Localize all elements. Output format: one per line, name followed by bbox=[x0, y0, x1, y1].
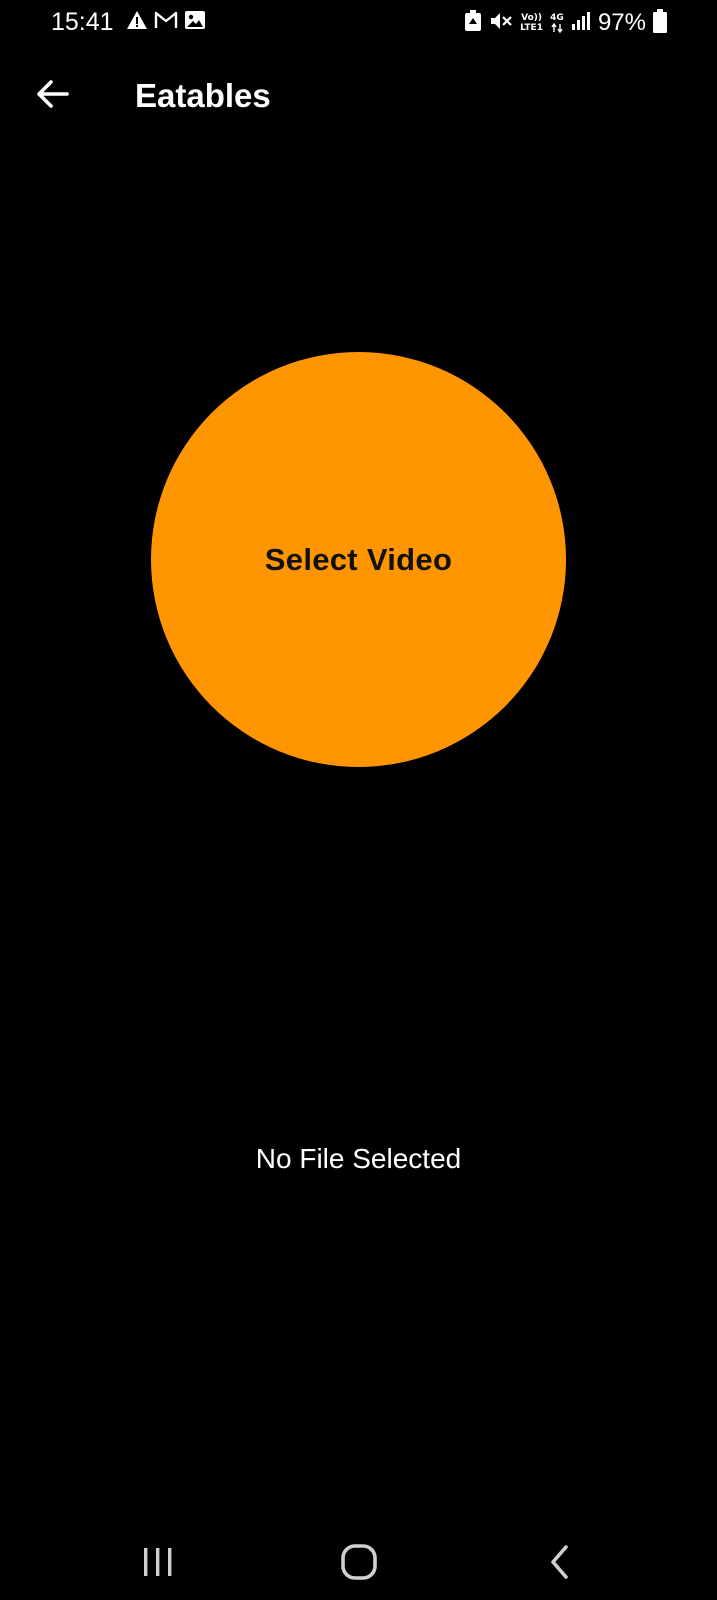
battery-icon bbox=[653, 8, 667, 38]
file-status-text: No File Selected bbox=[255, 1143, 462, 1174]
nav-back-button[interactable] bbox=[530, 1534, 590, 1594]
mute-icon bbox=[489, 10, 513, 37]
gallery-icon bbox=[184, 10, 206, 35]
app-bar: Eatables bbox=[0, 60, 717, 132]
arrow-left-icon bbox=[35, 79, 69, 114]
signal-icon bbox=[571, 11, 591, 36]
select-video-label: Select Video bbox=[264, 541, 453, 577]
select-video-button[interactable]: Select Video bbox=[151, 352, 566, 767]
recents-icon bbox=[141, 1546, 175, 1583]
status-time: 15:41 bbox=[51, 8, 114, 36]
recents-button[interactable] bbox=[128, 1534, 188, 1594]
data-4g-icon: 4G bbox=[550, 13, 564, 33]
network-type-label: 4G bbox=[550, 13, 564, 23]
volte-bottom-label: LTE1 bbox=[520, 23, 543, 33]
back-button[interactable] bbox=[28, 74, 76, 118]
back-icon bbox=[548, 1544, 572, 1585]
home-button[interactable] bbox=[329, 1534, 389, 1594]
system-nav-bar bbox=[0, 1520, 717, 1600]
battery-percentage: 97% bbox=[597, 9, 646, 36]
page-title: Eatables bbox=[135, 77, 271, 114]
alert-icon bbox=[126, 10, 148, 35]
gmail-icon bbox=[154, 10, 178, 35]
volte-top-label: Vo)) bbox=[521, 13, 542, 23]
status-bar: 15:41 Vo)) LTE1 4G 97% bbox=[0, 0, 717, 44]
volte-icon: Vo)) LTE1 bbox=[520, 13, 543, 33]
battery-saver-icon bbox=[464, 9, 482, 37]
home-icon bbox=[340, 1543, 378, 1586]
status-notification-icons bbox=[126, 10, 206, 35]
status-system-icons: Vo)) LTE1 4G 97% bbox=[464, 8, 667, 38]
